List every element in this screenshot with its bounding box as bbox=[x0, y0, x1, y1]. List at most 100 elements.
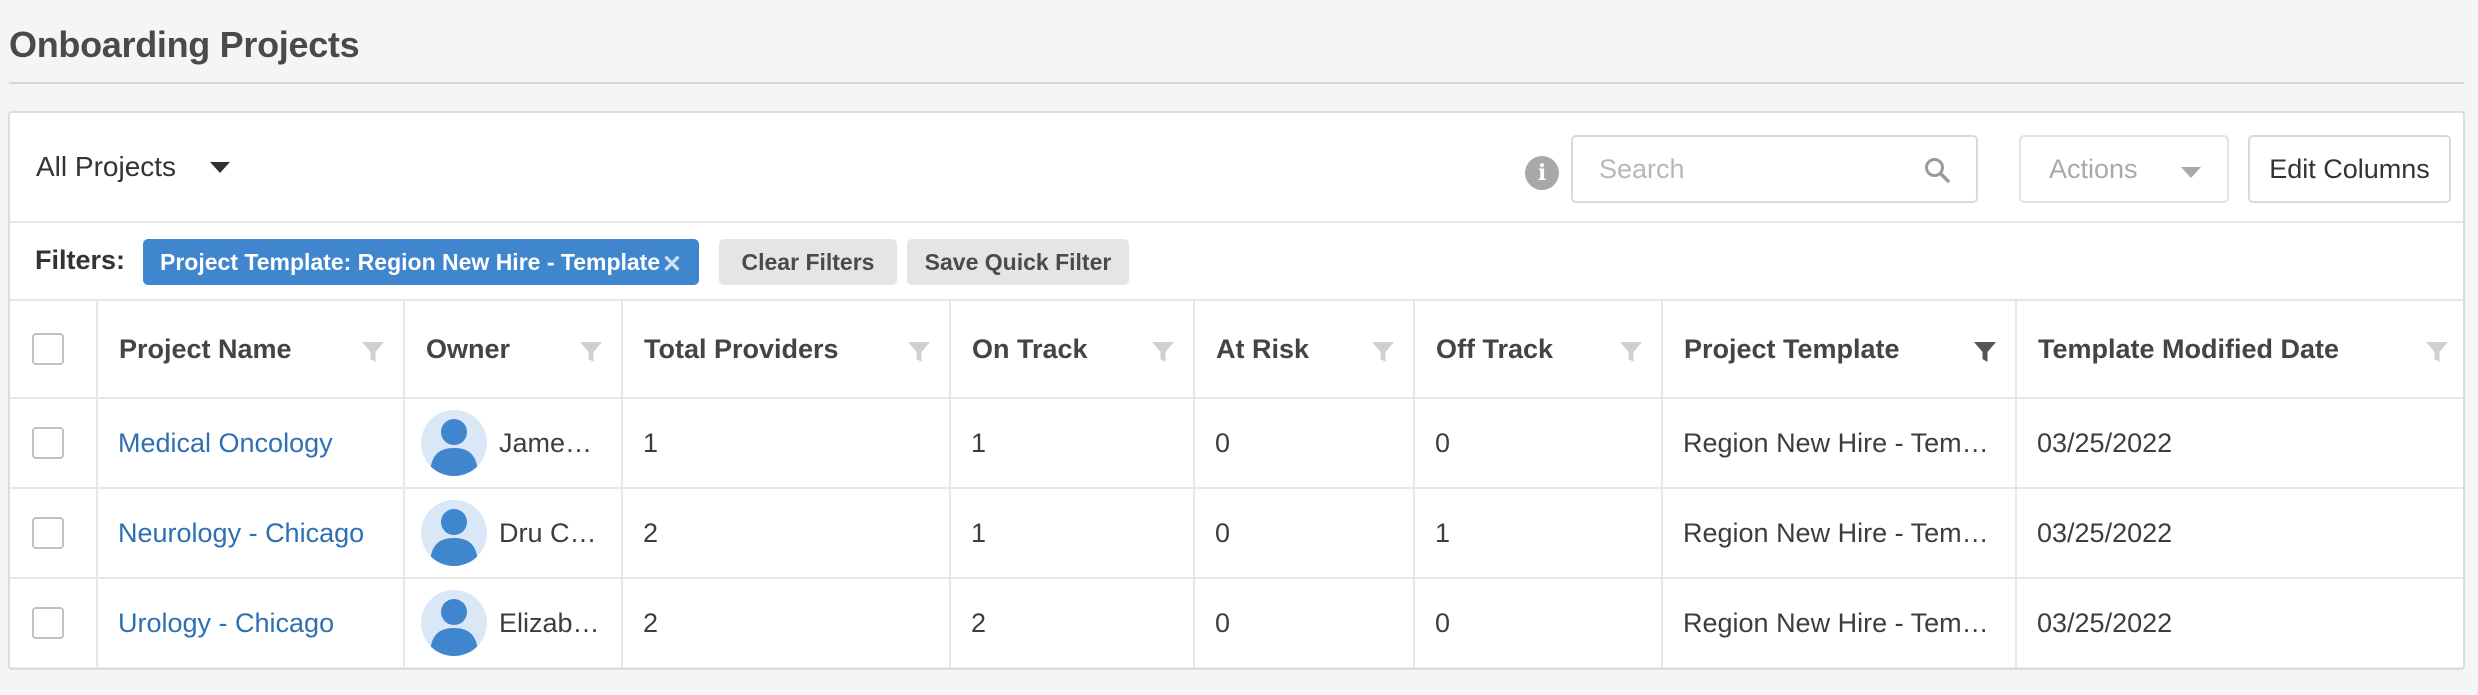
cell-owner: Dru C… bbox=[405, 489, 623, 577]
cell-total-providers: 2 bbox=[623, 579, 951, 667]
toolbar: All Projects i Actions Edit Columns bbox=[10, 113, 2463, 223]
column-header-project-name[interactable]: Project Name bbox=[98, 301, 405, 397]
cell-off-track: 0 bbox=[1415, 399, 1663, 487]
column-header-label: Project Name bbox=[119, 333, 292, 364]
funnel-icon[interactable] bbox=[907, 340, 931, 364]
column-header-off-track[interactable]: Off Track bbox=[1415, 301, 1663, 397]
filters-bar: Filters: Project Template: Region New Hi… bbox=[10, 223, 2463, 301]
chevron-down-icon bbox=[2181, 167, 2201, 178]
cell-value: 0 bbox=[1215, 607, 1231, 638]
cell-value: 0 bbox=[1215, 517, 1231, 548]
row-select-cell bbox=[10, 489, 98, 577]
cell-owner: Elizab… bbox=[405, 579, 623, 667]
column-header-label: On Track bbox=[972, 333, 1088, 364]
actions-dropdown[interactable]: Actions bbox=[2019, 135, 2229, 203]
owner-name: Jame… bbox=[499, 427, 593, 458]
table-row[interactable]: Medical Oncology Jame… 1 1 0 0 Region New Hire… bbox=[10, 399, 2463, 489]
cell-total-providers: 1 bbox=[623, 399, 951, 487]
cell-template-modified-date: 03/25/2022 bbox=[2017, 399, 2463, 487]
column-header-label: Template Modified Date bbox=[2038, 333, 2340, 364]
edit-columns-button[interactable]: Edit Columns bbox=[2248, 135, 2451, 203]
cell-value: Region New Hire - Tem… bbox=[1683, 607, 1989, 638]
user-avatar-icon bbox=[421, 500, 487, 566]
cell-value: 0 bbox=[1435, 607, 1451, 638]
cell-project-name: Medical Oncology bbox=[98, 399, 405, 487]
user-avatar-icon bbox=[421, 410, 487, 476]
title-divider bbox=[9, 82, 2464, 84]
cell-template-modified-date: 03/25/2022 bbox=[2017, 489, 2463, 577]
search-input[interactable] bbox=[1599, 151, 1919, 187]
funnel-icon[interactable] bbox=[1151, 340, 1175, 364]
cell-value: 0 bbox=[1215, 427, 1231, 458]
funnel-icon[interactable] bbox=[361, 340, 385, 364]
clear-filters-button[interactable]: Clear Filters bbox=[719, 239, 897, 285]
column-header-label: Total Providers bbox=[644, 333, 839, 364]
cell-value: 1 bbox=[971, 517, 987, 548]
project-name-link[interactable]: Medical Oncology bbox=[98, 428, 333, 459]
column-header-template-modified-date[interactable]: Template Modified Date bbox=[2017, 301, 2463, 397]
row-checkbox[interactable] bbox=[32, 517, 64, 549]
project-name-link[interactable]: Neurology - Chicago bbox=[98, 518, 364, 549]
cell-value: 03/25/2022 bbox=[2037, 427, 2173, 458]
cell-off-track: 1 bbox=[1415, 489, 1663, 577]
close-icon[interactable]: ✕ bbox=[662, 250, 682, 279]
active-filter-chip[interactable]: Project Template: Region New Hire - Temp… bbox=[143, 239, 699, 285]
funnel-icon[interactable] bbox=[579, 340, 603, 364]
row-checkbox[interactable] bbox=[32, 607, 64, 639]
cell-value: Region New Hire - Tem… bbox=[1683, 517, 1989, 548]
cell-value: 1 bbox=[1435, 517, 1451, 548]
cell-project-template: Region New Hire - Tem… bbox=[1663, 399, 2017, 487]
info-icon[interactable]: i bbox=[1525, 156, 1559, 190]
cell-on-track: 2 bbox=[951, 579, 1195, 667]
row-select-cell bbox=[10, 579, 98, 667]
owner-name: Elizab… bbox=[499, 607, 600, 638]
cell-off-track: 0 bbox=[1415, 579, 1663, 667]
cell-value: 03/25/2022 bbox=[2037, 607, 2173, 638]
column-header-at-risk[interactable]: At Risk bbox=[1195, 301, 1415, 397]
save-quick-filter-button[interactable]: Save Quick Filter bbox=[907, 239, 1129, 285]
table-row[interactable]: Urology - Chicago Elizab… 2 2 0 0 Region New H… bbox=[10, 579, 2463, 668]
funnel-icon[interactable] bbox=[1371, 340, 1395, 364]
view-selector-label: All Projects bbox=[36, 151, 177, 182]
cell-project-name: Neurology - Chicago bbox=[98, 489, 405, 577]
column-header-label: At Risk bbox=[1216, 333, 1310, 364]
owner-name: Dru C… bbox=[499, 517, 597, 548]
view-selector[interactable]: All Projects bbox=[36, 151, 231, 183]
cell-template-modified-date: 03/25/2022 bbox=[2017, 579, 2463, 667]
cell-value: 2 bbox=[643, 607, 659, 638]
cell-value: 2 bbox=[643, 517, 659, 548]
select-all-checkbox[interactable] bbox=[32, 333, 64, 365]
cell-value: 1 bbox=[971, 427, 987, 458]
table-header-row: Project Name Owner Total Providers On Track… bbox=[10, 301, 2463, 399]
cell-project-template: Region New Hire - Tem… bbox=[1663, 579, 2017, 667]
column-header-label: Project Template bbox=[1684, 333, 1900, 364]
search-icon[interactable] bbox=[1924, 157, 1950, 183]
row-checkbox[interactable] bbox=[32, 427, 64, 459]
cell-on-track: 1 bbox=[951, 489, 1195, 577]
funnel-icon[interactable] bbox=[1619, 340, 1643, 364]
filters-label: Filters: bbox=[35, 245, 126, 275]
cell-on-track: 1 bbox=[951, 399, 1195, 487]
column-header-label: Owner bbox=[426, 333, 511, 364]
column-header-project-template[interactable]: Project Template bbox=[1663, 301, 2017, 397]
select-all-cell bbox=[10, 301, 98, 397]
user-avatar-icon bbox=[421, 590, 487, 656]
row-select-cell bbox=[10, 399, 98, 487]
page-title: Onboarding Projects bbox=[9, 24, 360, 65]
cell-project-template: Region New Hire - Tem… bbox=[1663, 489, 2017, 577]
column-header-owner[interactable]: Owner bbox=[405, 301, 623, 397]
column-header-on-track[interactable]: On Track bbox=[951, 301, 1195, 397]
cell-value: 2 bbox=[971, 607, 987, 638]
cell-total-providers: 2 bbox=[623, 489, 951, 577]
cell-value: 03/25/2022 bbox=[2037, 517, 2173, 548]
column-header-total-providers[interactable]: Total Providers bbox=[623, 301, 951, 397]
project-name-link[interactable]: Urology - Chicago bbox=[98, 608, 334, 639]
funnel-icon[interactable] bbox=[2425, 340, 2449, 364]
cell-value: 1 bbox=[643, 427, 659, 458]
cell-owner: Jame… bbox=[405, 399, 623, 487]
cell-at-risk: 0 bbox=[1195, 489, 1415, 577]
column-header-label: Off Track bbox=[1436, 333, 1554, 364]
cell-value: Region New Hire - Tem… bbox=[1683, 427, 1989, 458]
table-row[interactable]: Neurology - Chicago Dru C… 2 1 0 1 Region New … bbox=[10, 489, 2463, 579]
funnel-icon[interactable] bbox=[1973, 340, 1997, 364]
